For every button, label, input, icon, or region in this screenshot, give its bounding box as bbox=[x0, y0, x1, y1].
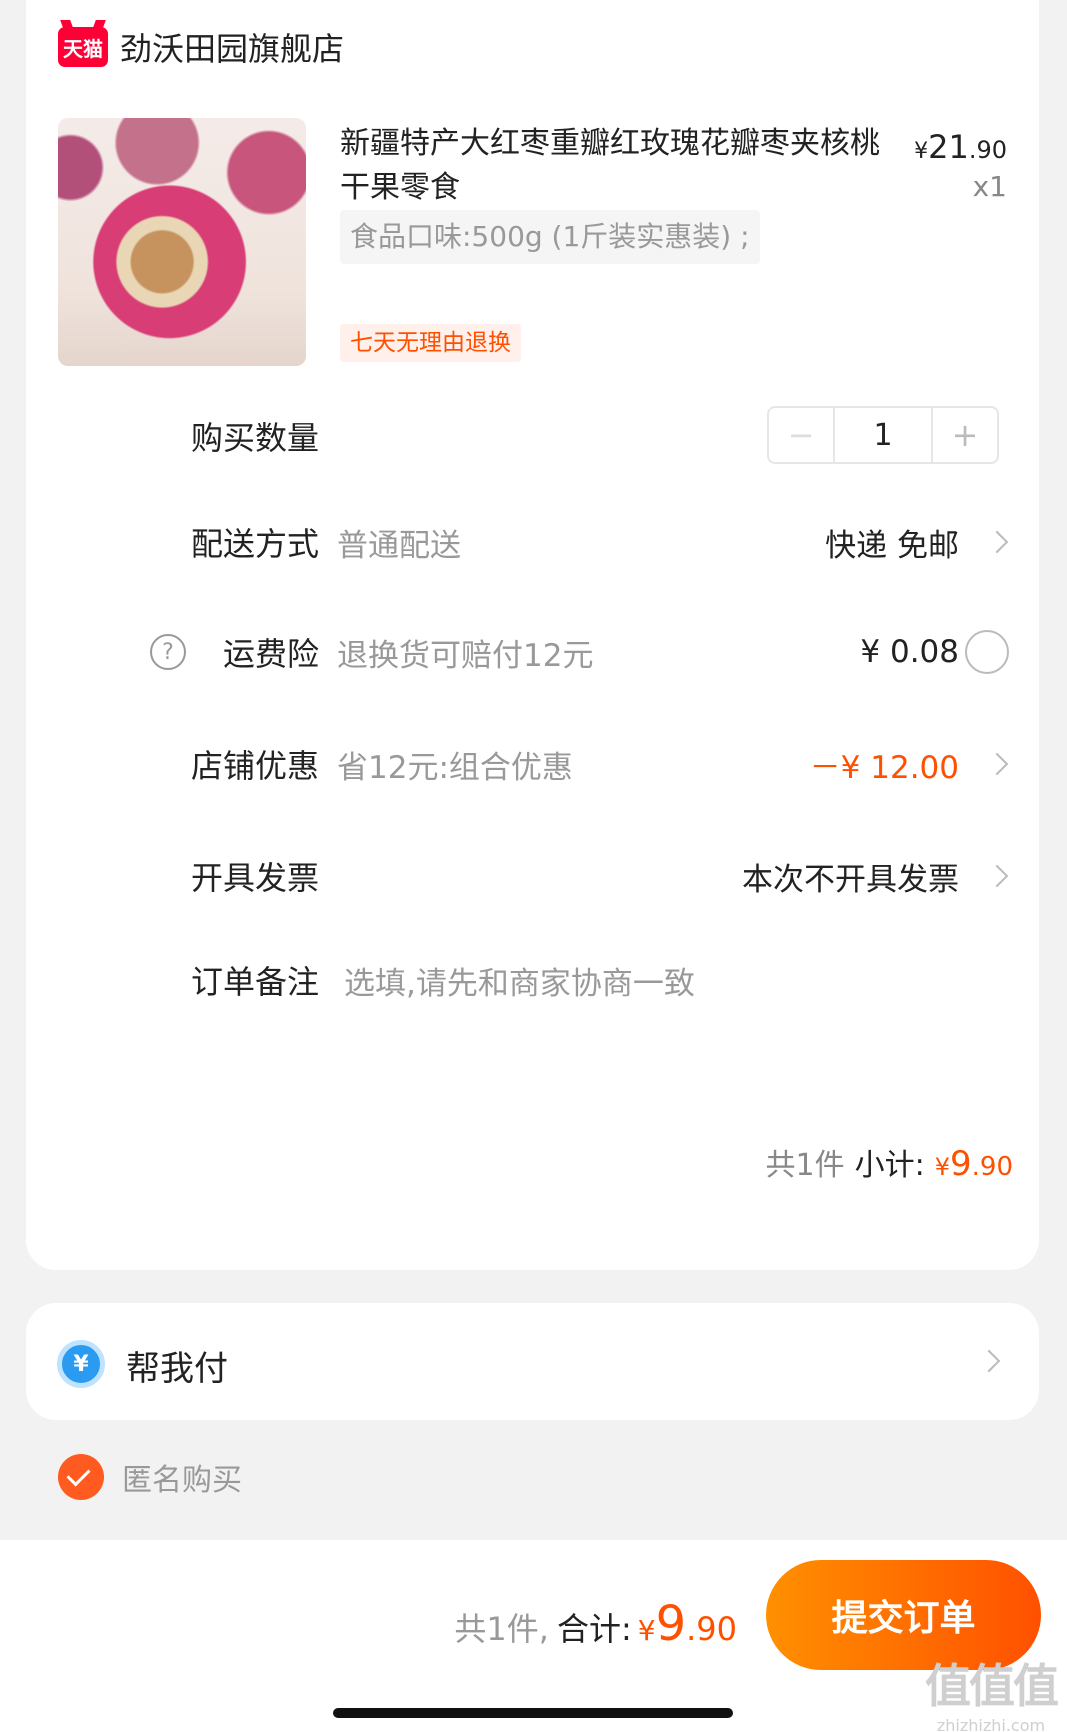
tmall-badge-text: 天猫 bbox=[63, 36, 103, 61]
discount-description: 省12元:组合优惠 bbox=[337, 749, 573, 786]
invoice-row[interactable]: 开具发票 本次不开具发票 bbox=[26, 846, 1039, 906]
watermark: 值值值 zhizhizhi.com bbox=[925, 1650, 1059, 1732]
sku-tag[interactable]: 食品口味:500g (1斤装实惠装) ; bbox=[340, 210, 760, 264]
insurance-price: ¥ 0.08 bbox=[860, 634, 959, 670]
quantity-row: 购买数量 − 1 + bbox=[26, 406, 1039, 466]
chevron-right-icon bbox=[985, 752, 1009, 776]
quantity-label: 购买数量 bbox=[190, 419, 319, 457]
order-total: 共1件, 合计: ¥9.90 bbox=[454, 1596, 737, 1652]
insurance-label: 运费险 bbox=[222, 635, 319, 673]
note-input[interactable]: 选填,请先和商家协商一致 bbox=[344, 958, 695, 1003]
invoice-label: 开具发票 bbox=[190, 859, 319, 897]
subtotal-count: 共1件 bbox=[765, 1148, 845, 1183]
product-price: ¥21.90 bbox=[914, 128, 1007, 166]
total-cents: .90 bbox=[686, 1610, 737, 1648]
chevron-right-icon bbox=[985, 530, 1009, 554]
pay-for-me-card[interactable]: ¥ 帮我付 bbox=[26, 1303, 1039, 1420]
delivery-row[interactable]: 配送方式 普通配送 快递 免邮 bbox=[26, 512, 1039, 572]
question-icon[interactable]: ? bbox=[150, 634, 186, 670]
price-currency: ¥ bbox=[914, 139, 929, 164]
pay-for-me-label: 帮我付 bbox=[126, 1349, 228, 1389]
total-label: 合计: bbox=[556, 1610, 632, 1648]
yen-coin-icon: ¥ bbox=[57, 1340, 105, 1388]
total-amount: ¥9.90 bbox=[638, 1596, 737, 1652]
checkout-bar: 共1件, 合计: ¥9.90 提交订单 值值值 zhizhizhi.com bbox=[0, 1540, 1067, 1732]
quantity-stepper[interactable]: − 1 + bbox=[767, 406, 999, 464]
watermark-logo: 值值值 bbox=[925, 1659, 1059, 1713]
invoice-value: 本次不开具发票 bbox=[742, 861, 959, 898]
order-store-card: 天猫 劲沃田园旗舰店 新疆特产大红枣重瓣红玫瑰花瓣枣夹核桃干果零食 ¥21.90… bbox=[26, 0, 1039, 1270]
product-title[interactable]: 新疆特产大红枣重瓣红玫瑰花瓣枣夹核桃干果零食 bbox=[340, 122, 900, 210]
decrease-button[interactable]: − bbox=[769, 408, 833, 462]
price-integer: 21 bbox=[928, 128, 969, 166]
note-label: 订单备注 bbox=[190, 963, 319, 1001]
order-note-row: 订单备注 选填,请先和商家协商一致 bbox=[26, 950, 1039, 1010]
tmall-logo-icon: 天猫 bbox=[58, 27, 108, 67]
return-policy-badge: 七天无理由退换 bbox=[340, 324, 521, 362]
insurance-description: 退换货可赔付12元 bbox=[337, 637, 594, 674]
anonymous-purchase-toggle[interactable]: 匿名购买 bbox=[58, 1454, 242, 1500]
increase-button[interactable]: + bbox=[933, 408, 997, 462]
shipping-insurance-row[interactable]: ? 运费险 退换货可赔付12元 ¥ 0.08 bbox=[26, 622, 1039, 682]
discount-label: 店铺优惠 bbox=[190, 747, 319, 785]
store-name[interactable]: 劲沃田园旗舰店 bbox=[120, 24, 344, 70]
product-quantity: x1 bbox=[972, 170, 1007, 203]
total-integer: 9 bbox=[655, 1596, 687, 1652]
product-image[interactable] bbox=[58, 118, 306, 366]
watermark-url: zhizhizhi.com bbox=[936, 1716, 1046, 1732]
store-header[interactable]: 天猫 劲沃田园旗舰店 bbox=[58, 22, 344, 72]
checkmark-icon[interactable] bbox=[58, 1454, 104, 1500]
quantity-value[interactable]: 1 bbox=[833, 408, 933, 462]
total-count: 共1件, bbox=[454, 1610, 549, 1648]
home-indicator[interactable] bbox=[333, 1708, 733, 1718]
anonymous-purchase-label: 匿名购买 bbox=[122, 1463, 242, 1498]
chevron-right-icon bbox=[985, 864, 1009, 888]
subtotal-integer: 9 bbox=[950, 1144, 972, 1184]
subtotal-currency: ¥ bbox=[934, 1153, 950, 1181]
delivery-label: 配送方式 bbox=[190, 525, 319, 563]
delivery-method: 普通配送 bbox=[337, 527, 461, 564]
chevron-right-icon bbox=[977, 1349, 1001, 1373]
subtotal-amount: ¥9.90 bbox=[935, 1144, 1013, 1184]
subtotal: 共1件 小计: ¥9.90 bbox=[766, 1140, 1013, 1184]
discount-value: －¥ 12.00 bbox=[809, 749, 959, 786]
subtotal-cents: .90 bbox=[971, 1152, 1013, 1182]
delivery-value: 快递 免邮 bbox=[825, 527, 959, 564]
store-discount-row[interactable]: 店铺优惠 省12元:组合优惠 －¥ 12.00 bbox=[26, 734, 1039, 794]
total-currency: ¥ bbox=[637, 1614, 656, 1647]
subtotal-label: 小计: bbox=[854, 1148, 925, 1183]
insurance-radio[interactable] bbox=[965, 630, 1009, 674]
price-cents: .90 bbox=[968, 136, 1007, 164]
